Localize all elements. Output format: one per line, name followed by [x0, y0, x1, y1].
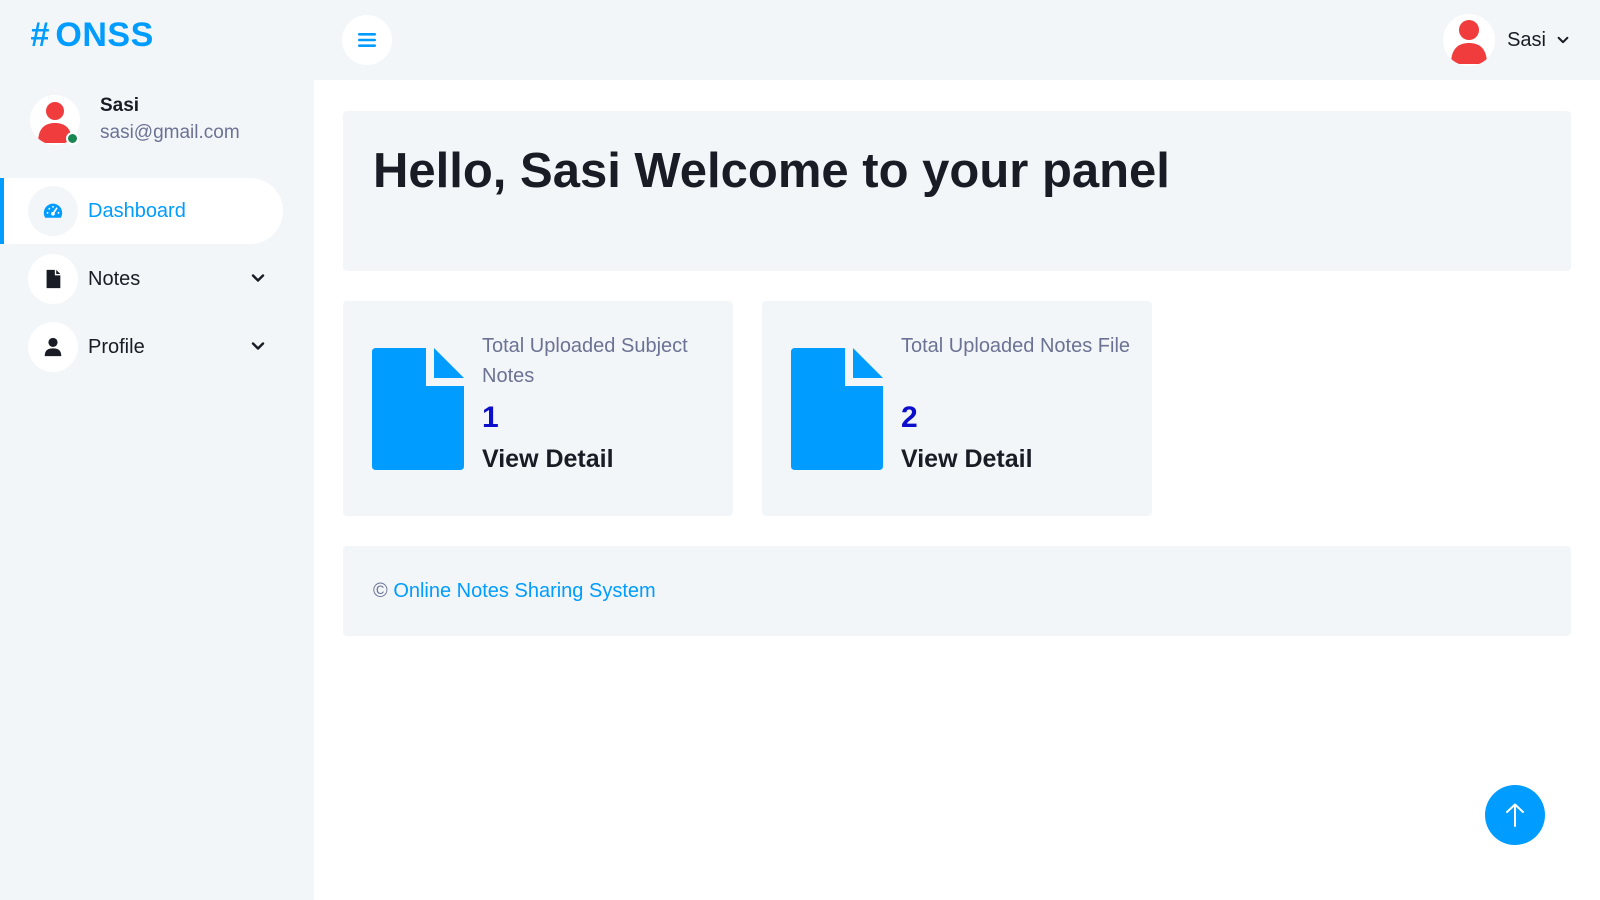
chevron-down-icon: [251, 274, 265, 282]
file-icon: [28, 254, 78, 304]
stat-card-subject-notes: Total Uploaded Subject Notes 1 View Deta…: [343, 301, 733, 516]
chevron-down-icon: [251, 342, 265, 350]
stat-card-label: Total Uploaded Notes File: [901, 335, 1131, 357]
user-icon: [28, 322, 78, 372]
sidebar-user-name: Sasi: [100, 95, 140, 116]
stat-card-value: 2: [901, 401, 918, 434]
topbar: Sasi: [314, 0, 1600, 80]
file-icon: [372, 348, 464, 470]
online-status-dot: [66, 132, 79, 145]
page-title: Hello, Sasi Welcome to your panel: [373, 144, 1170, 198]
welcome-panel: Hello, Sasi Welcome to your panel: [343, 111, 1571, 271]
back-to-top-button[interactable]: [1485, 785, 1545, 845]
sidebar-toggle-button[interactable]: [342, 15, 392, 65]
sidebar-user-email: sasi@gmail.com: [100, 122, 240, 143]
top-user-name: Sasi: [1507, 28, 1546, 51]
view-detail-link[interactable]: View Detail: [482, 445, 614, 474]
stat-card-value: 1: [482, 401, 499, 434]
sidebar: # ONSS Sasi sasi@gmail.com Dashboard Not…: [0, 0, 314, 900]
gauge-icon: [28, 186, 78, 236]
sidebar-item-label: Profile: [88, 335, 145, 358]
brand-hash: #: [30, 16, 50, 54]
file-icon: [791, 348, 883, 470]
arrow-up-icon: [1506, 803, 1524, 827]
sidebar-item-notes[interactable]: Notes: [0, 246, 314, 312]
user-avatar-icon: [1451, 20, 1488, 64]
stat-card-notes-file: Total Uploaded Notes File 2 View Detail: [762, 301, 1152, 516]
footer-text: © Online Notes Sharing System: [373, 580, 656, 603]
sidebar-item-label: Dashboard: [88, 199, 186, 222]
sidebar-user: Sasi sasi@gmail.com: [30, 95, 290, 149]
sidebar-nav: Dashboard Notes Profile: [0, 178, 314, 382]
user-menu-dropdown[interactable]: Sasi: [1443, 14, 1570, 66]
footer: © Online Notes Sharing System: [343, 546, 1571, 636]
chevron-down-icon: [1557, 36, 1569, 44]
sidebar-item-label: Notes: [88, 267, 141, 290]
stat-card-label: Total Uploaded Subject Notes: [482, 335, 688, 387]
hamburger-icon: [358, 33, 376, 47]
sidebar-item-dashboard[interactable]: Dashboard: [0, 178, 283, 244]
copyright-symbol: ©: [373, 580, 388, 602]
sidebar-item-profile[interactable]: Profile: [0, 314, 314, 380]
view-detail-link[interactable]: View Detail: [901, 445, 1033, 474]
brand-name: ONSS: [55, 16, 154, 54]
brand-logo[interactable]: # ONSS: [30, 16, 154, 55]
footer-link[interactable]: Online Notes Sharing System: [393, 580, 655, 602]
avatar: [1443, 14, 1496, 66]
